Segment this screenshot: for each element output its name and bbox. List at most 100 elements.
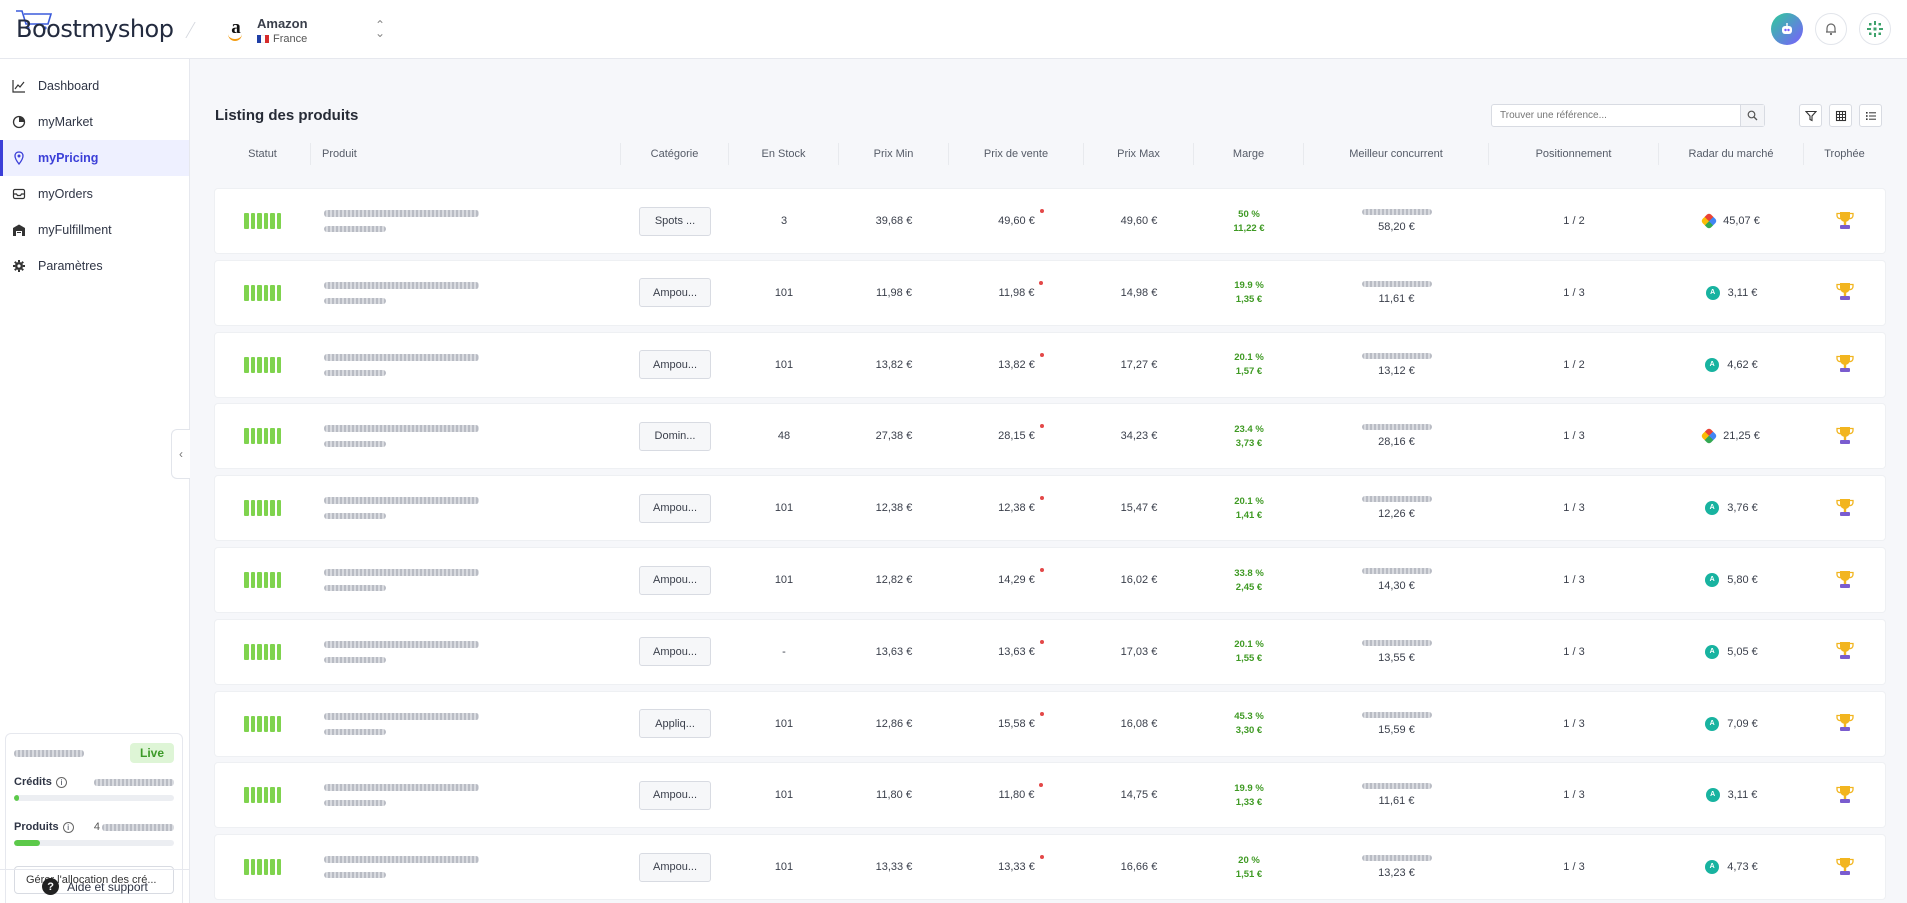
- column-header-radar-du-marche[interactable]: Radar du marché: [1659, 143, 1804, 165]
- product-cell[interactable]: [324, 189, 614, 253]
- sale-price-cell[interactable]: 13,82 €: [949, 333, 1084, 397]
- table-row[interactable]: Ampou... 101 11,80 € 11,80 € 14,75 € 19.9 % 1,…: [215, 763, 1885, 828]
- product-cell[interactable]: [324, 404, 614, 468]
- competitor-cell[interactable]: 13,12 €: [1304, 333, 1489, 397]
- boostmyshop-logo[interactable]: Boostmyshop: [16, 10, 174, 46]
- sale-price-cell[interactable]: 49,60 €: [949, 189, 1084, 253]
- trophy-icon[interactable]: [1834, 496, 1856, 521]
- table-row[interactable]: Ampou... 101 12,38 € 12,38 € 15,47 € 20.1 % 1,…: [215, 476, 1885, 541]
- sale-price-cell[interactable]: 11,80 €: [949, 763, 1084, 827]
- sidebar-collapse-button[interactable]: ‹: [171, 429, 190, 479]
- radar-cell[interactable]: A 5,80 €: [1659, 548, 1804, 612]
- table-row[interactable]: Appliq... 101 12,86 € 15,58 € 16,08 € 45.3 % 3…: [215, 691, 1885, 756]
- competitor-cell[interactable]: 11,61 €: [1304, 763, 1489, 827]
- column-header-meilleur-concurrent[interactable]: Meilleur concurrent: [1304, 143, 1489, 165]
- trophy-icon[interactable]: [1834, 639, 1856, 664]
- sale-price-cell[interactable]: 15,58 €: [949, 692, 1084, 756]
- category-badge[interactable]: Spots ...: [639, 206, 711, 236]
- product-cell[interactable]: [324, 476, 614, 540]
- column-header-trophee[interactable]: Trophée: [1804, 143, 1885, 165]
- column-header-prix-min[interactable]: Prix Min: [839, 143, 949, 165]
- help-support-link[interactable]: ? Aide et support: [0, 869, 190, 903]
- user-avatar-icon[interactable]: [1859, 13, 1891, 45]
- table-row[interactable]: Ampou... 101 12,82 € 14,29 € 16,02 € 33.8 % 2,…: [215, 548, 1885, 612]
- category-badge[interactable]: Ampou...: [639, 350, 711, 380]
- radar-cell[interactable]: A 3,76 €: [1659, 476, 1804, 540]
- column-header-positionnement[interactable]: Positionnement: [1489, 143, 1659, 165]
- product-cell[interactable]: [324, 261, 614, 325]
- trophy-icon[interactable]: [1834, 209, 1856, 234]
- table-row[interactable]: Ampou... - 13,63 € 13,63 € 17,03 € 20.1 % 1,55…: [215, 619, 1885, 684]
- trophy-icon[interactable]: [1834, 711, 1856, 736]
- competitor-cell[interactable]: 28,16 €: [1304, 404, 1489, 468]
- filter-button[interactable]: [1799, 104, 1822, 127]
- trophy-icon[interactable]: [1834, 568, 1856, 593]
- category-badge[interactable]: Appliq...: [639, 709, 711, 739]
- competitor-cell[interactable]: 58,20 €: [1304, 189, 1489, 253]
- category-badge[interactable]: Ampou...: [639, 852, 711, 882]
- sidebar-item-mypricing[interactable]: myPricing: [0, 140, 189, 176]
- trophy-icon[interactable]: [1834, 280, 1856, 305]
- radar-cell[interactable]: A 3,11 €: [1659, 763, 1804, 827]
- table-row[interactable]: Ampou... 101 11,98 € 11,98 € 14,98 € 19.9 % 1,…: [215, 260, 1885, 325]
- trophy-icon[interactable]: [1834, 783, 1856, 808]
- column-header-en-stock[interactable]: En Stock: [729, 143, 839, 165]
- category-badge[interactable]: Ampou...: [639, 637, 711, 667]
- competitor-cell[interactable]: 15,59 €: [1304, 692, 1489, 756]
- trophy-icon[interactable]: [1834, 424, 1856, 449]
- trophy-icon[interactable]: [1834, 352, 1856, 377]
- sale-price-cell[interactable]: 13,33 €: [949, 835, 1084, 899]
- competitor-cell[interactable]: 13,23 €: [1304, 835, 1489, 899]
- product-cell[interactable]: [324, 763, 614, 827]
- column-header-produit[interactable]: Produit: [311, 143, 621, 165]
- product-cell[interactable]: [324, 548, 614, 612]
- radar-cell[interactable]: A 7,09 €: [1659, 692, 1804, 756]
- product-cell[interactable]: [324, 620, 614, 684]
- table-row[interactable]: Spots ... 3 39,68 € 49,60 € 49,60 € 50 % 11,22…: [215, 189, 1885, 253]
- sale-price-cell[interactable]: 11,98 €: [949, 261, 1084, 325]
- radar-cell[interactable]: 45,07 €: [1659, 189, 1804, 253]
- store-selector[interactable]: a Amazon France ⌃ ⌄: [225, 12, 385, 48]
- table-row[interactable]: Ampou... 101 13,82 € 13,82 € 17,27 € 20.1 % 1,…: [215, 332, 1885, 397]
- category-badge[interactable]: Domin...: [639, 421, 711, 451]
- sale-price-cell[interactable]: 13,63 €: [949, 620, 1084, 684]
- competitor-cell[interactable]: 13,55 €: [1304, 620, 1489, 684]
- sidebar-item-parametres[interactable]: Paramètres: [0, 248, 189, 284]
- list-view-button[interactable]: [1859, 104, 1882, 127]
- product-cell[interactable]: [324, 333, 614, 397]
- radar-cell[interactable]: A 3,11 €: [1659, 261, 1804, 325]
- competitor-cell[interactable]: 14,30 €: [1304, 548, 1489, 612]
- product-cell[interactable]: [324, 692, 614, 756]
- competitor-cell[interactable]: 11,61 €: [1304, 261, 1489, 325]
- radar-cell[interactable]: 21,25 €: [1659, 404, 1804, 468]
- assistant-bot-icon[interactable]: [1771, 13, 1803, 45]
- sidebar-item-dashboard[interactable]: Dashboard: [0, 68, 189, 104]
- search-input[interactable]: [1492, 105, 1740, 126]
- search-button[interactable]: [1740, 105, 1764, 126]
- table-row[interactable]: Ampou... 101 13,33 € 13,33 € 16,66 € 20 % 1,51…: [215, 835, 1885, 900]
- column-header-prix-de-vente[interactable]: Prix de vente: [949, 143, 1084, 165]
- radar-cell[interactable]: A 5,05 €: [1659, 620, 1804, 684]
- product-cell[interactable]: [324, 835, 614, 899]
- sale-price-cell[interactable]: 14,29 €: [949, 548, 1084, 612]
- column-header-statut[interactable]: Statut: [215, 143, 311, 165]
- category-badge[interactable]: Ampou...: [639, 780, 711, 810]
- grid-view-button[interactable]: [1829, 104, 1852, 127]
- category-badge[interactable]: Ampou...: [639, 565, 711, 595]
- category-badge[interactable]: Ampou...: [639, 493, 711, 523]
- sidebar-item-myfulfillment[interactable]: myFulfillment: [0, 212, 189, 248]
- column-header-marge[interactable]: Marge: [1194, 143, 1304, 165]
- trophy-icon[interactable]: [1834, 855, 1856, 880]
- sidebar-item-myorders[interactable]: myOrders: [0, 176, 189, 212]
- sidebar-item-mymarket[interactable]: myMarket: [0, 104, 189, 140]
- bell-icon[interactable]: [1815, 13, 1847, 45]
- info-icon[interactable]: i: [55, 776, 67, 788]
- table-row[interactable]: Domin... 48 27,38 € 28,15 € 34,23 € 23.4 % 3,7…: [215, 404, 1885, 469]
- category-badge[interactable]: Ampou...: [639, 278, 711, 308]
- info-icon[interactable]: i: [62, 821, 74, 833]
- radar-cell[interactable]: A 4,73 €: [1659, 835, 1804, 899]
- competitor-cell[interactable]: 12,26 €: [1304, 476, 1489, 540]
- sale-price-cell[interactable]: 12,38 €: [949, 476, 1084, 540]
- sale-price-cell[interactable]: 28,15 €: [949, 404, 1084, 468]
- column-header-categorie[interactable]: Catégorie: [621, 143, 729, 165]
